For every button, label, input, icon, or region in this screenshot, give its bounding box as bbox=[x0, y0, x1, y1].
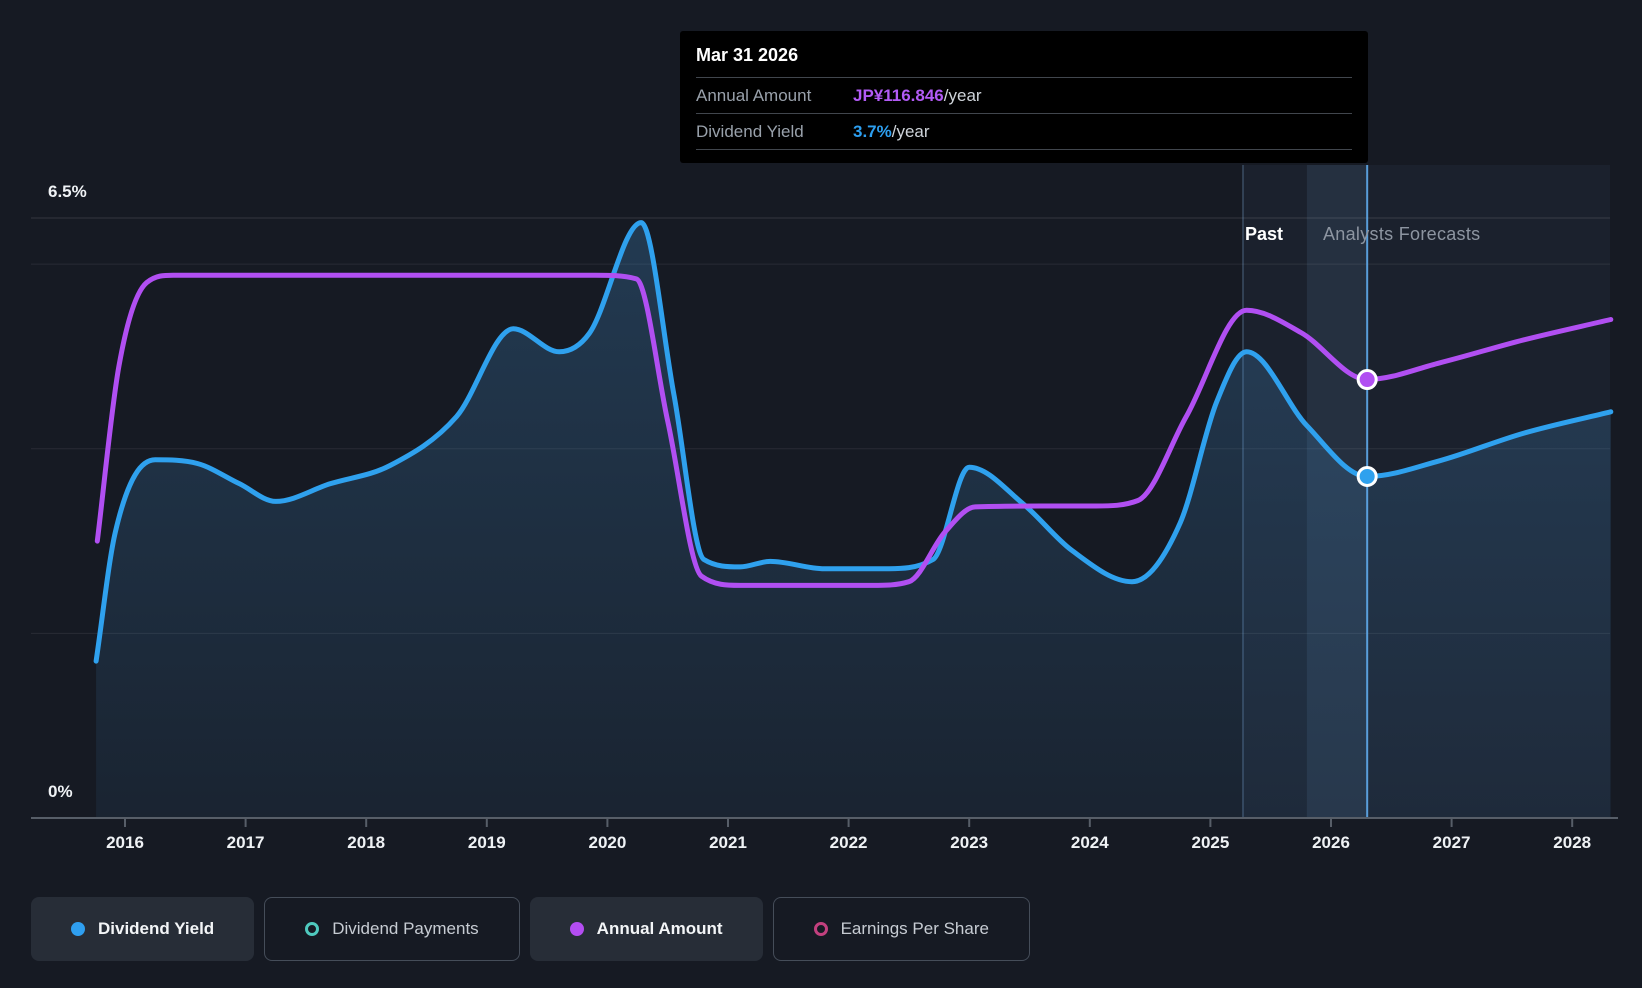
x-axis-label-2017: 2017 bbox=[227, 833, 265, 852]
tooltip-row-value: 3.7% bbox=[853, 121, 892, 141]
legend-dot-annual-amount bbox=[569, 922, 584, 936]
legend-item-dividend-payments[interactable]: Dividend Payments bbox=[264, 897, 520, 961]
past-label: Past bbox=[1245, 224, 1284, 244]
x-axis-label-2021: 2021 bbox=[709, 833, 747, 852]
legend-item-label: Earnings Per Share bbox=[840, 919, 989, 938]
x-axis-label-2026: 2026 bbox=[1312, 833, 1350, 852]
tooltip-row-suffix: /year bbox=[943, 85, 982, 105]
x-axis-label-2022: 2022 bbox=[830, 833, 868, 852]
x-axis-label-2018: 2018 bbox=[347, 833, 385, 852]
analysts-forecasts-label: Analysts Forecasts bbox=[1323, 224, 1481, 244]
x-axis-label-2025: 2025 bbox=[1191, 833, 1229, 852]
tooltip-row-value: JP¥116.846 bbox=[853, 85, 944, 105]
y-axis-label-bottom: 0% bbox=[48, 782, 73, 801]
x-axis-label-2020: 2020 bbox=[588, 833, 626, 852]
legend-dot-dividend-yield bbox=[71, 922, 85, 936]
legend-ring-earnings-per-share bbox=[813, 922, 828, 936]
x-axis-label-2024: 2024 bbox=[1071, 833, 1109, 852]
legend-item-dividend-yield[interactable]: Dividend Yield bbox=[31, 897, 255, 961]
x-axis-label-2027: 2027 bbox=[1433, 833, 1471, 852]
x-axis-label-2023: 2023 bbox=[950, 833, 988, 852]
legend-item-annual-amount[interactable]: Annual Amount bbox=[529, 897, 763, 961]
x-axis-label-2019: 2019 bbox=[468, 833, 506, 852]
legend-item-label: Dividend Payments bbox=[332, 919, 479, 938]
x-axis-label-2028: 2028 bbox=[1553, 833, 1591, 852]
legend-ring-dividend-payments bbox=[305, 922, 320, 936]
y-axis-label-top: 6.5% bbox=[48, 182, 87, 201]
x-axis-label-2016: 2016 bbox=[106, 833, 144, 852]
tooltip-row-annual-amount: Annual Amount JP¥116.846/year bbox=[696, 77, 1352, 113]
page-root: { "tooltip": { "date": "Mar 31 2026", "r… bbox=[0, 0, 1642, 988]
hover-marker-dividend-yield bbox=[1356, 465, 1378, 487]
tooltip-row-dividend-yield: Dividend Yield 3.7%/year bbox=[696, 113, 1352, 150]
tooltip-row-suffix: /year bbox=[891, 121, 930, 141]
tooltip-date: Mar 31 2026 bbox=[696, 45, 799, 65]
tooltip-row-label: Dividend Yield bbox=[696, 121, 804, 141]
legend: Dividend Yield Dividend Payments Annual … bbox=[31, 897, 1030, 961]
legend-item-label: Dividend Yield bbox=[98, 919, 215, 938]
tooltip-row-label: Annual Amount bbox=[696, 85, 812, 105]
legend-item-earnings-per-share[interactable]: Earnings Per Share bbox=[772, 897, 1030, 961]
hover-marker-annual-amount bbox=[1356, 369, 1378, 391]
tooltip: Mar 31 2026 Annual Amount JP¥116.846/yea… bbox=[680, 31, 1368, 163]
legend-item-label: Annual Amount bbox=[596, 919, 723, 938]
